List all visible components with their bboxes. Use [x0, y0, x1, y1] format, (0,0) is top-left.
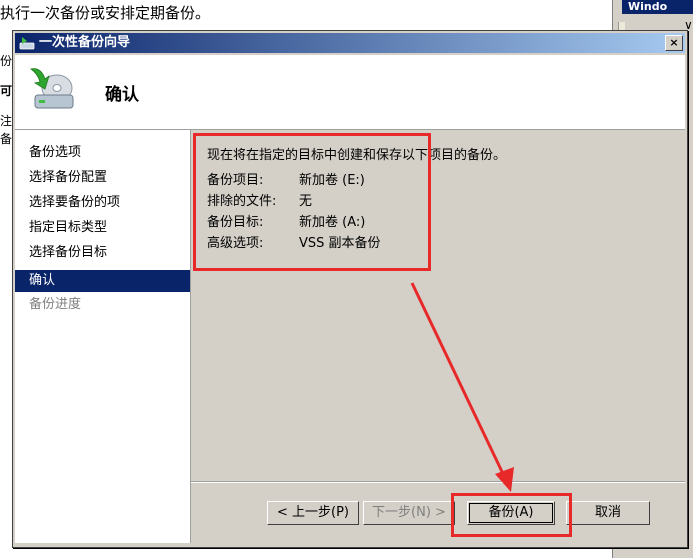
annotation-arrow: [410, 282, 514, 492]
